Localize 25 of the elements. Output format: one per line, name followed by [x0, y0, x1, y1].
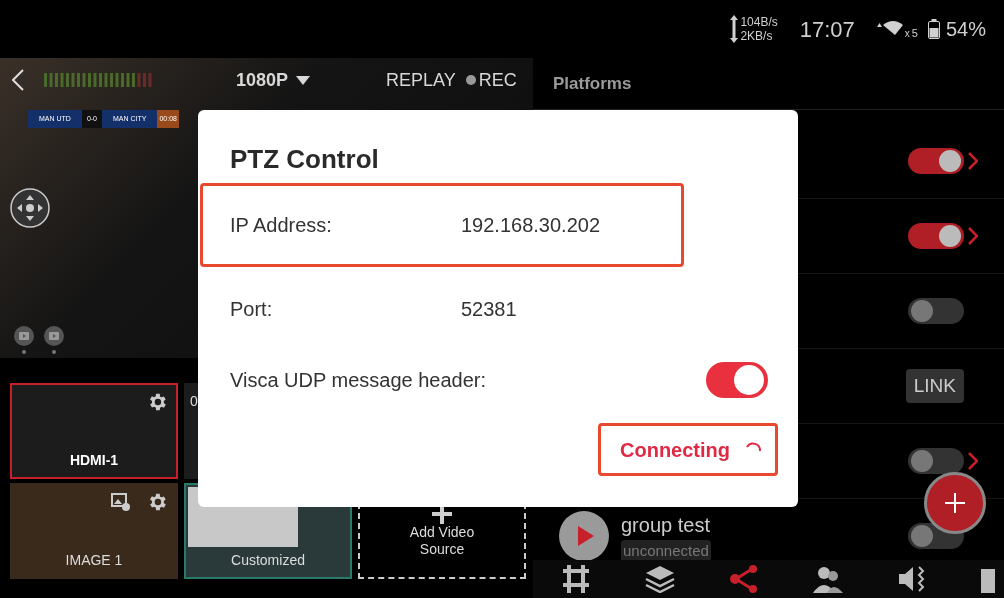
source-corner-text: 0 — [190, 392, 198, 411]
field-value: 192.168.30.202 — [461, 213, 601, 238]
resolution-dropdown[interactable]: 1080P — [236, 66, 311, 94]
clock-time: 17:07 — [799, 15, 855, 44]
source-label: Customized — [230, 551, 306, 570]
network-label: x — [904, 28, 910, 39]
download-speed: 2KB/s — [740, 29, 773, 43]
field-value: 52381 — [461, 297, 517, 322]
connect-button[interactable]: Connecting — [598, 423, 778, 476]
source-label: HDMI-1 — [68, 451, 120, 470]
dialog-title: PTZ Control — [229, 143, 380, 176]
source-label: IMAGE 1 — [64, 551, 124, 570]
network-label: 5 — [911, 27, 918, 39]
replay-button[interactable]: REPLAY — [386, 66, 456, 94]
group-name: group test — [621, 512, 711, 538]
battery-level: 54% — [945, 17, 986, 42]
source-tile[interactable]: HDMI-1 — [10, 383, 178, 479]
group-status: unconnected — [621, 539, 711, 560]
field-label: IP Address: — [229, 213, 333, 238]
upload-speed: 104B/s — [740, 15, 778, 29]
record-button[interactable]: REC — [465, 66, 517, 94]
link-button[interactable]: LINK — [905, 369, 964, 403]
source-tile[interactable]: IMAGE 1 — [10, 483, 178, 579]
field-label: Port: — [229, 297, 274, 322]
field-label: Visca UDP message header: — [230, 368, 488, 393]
